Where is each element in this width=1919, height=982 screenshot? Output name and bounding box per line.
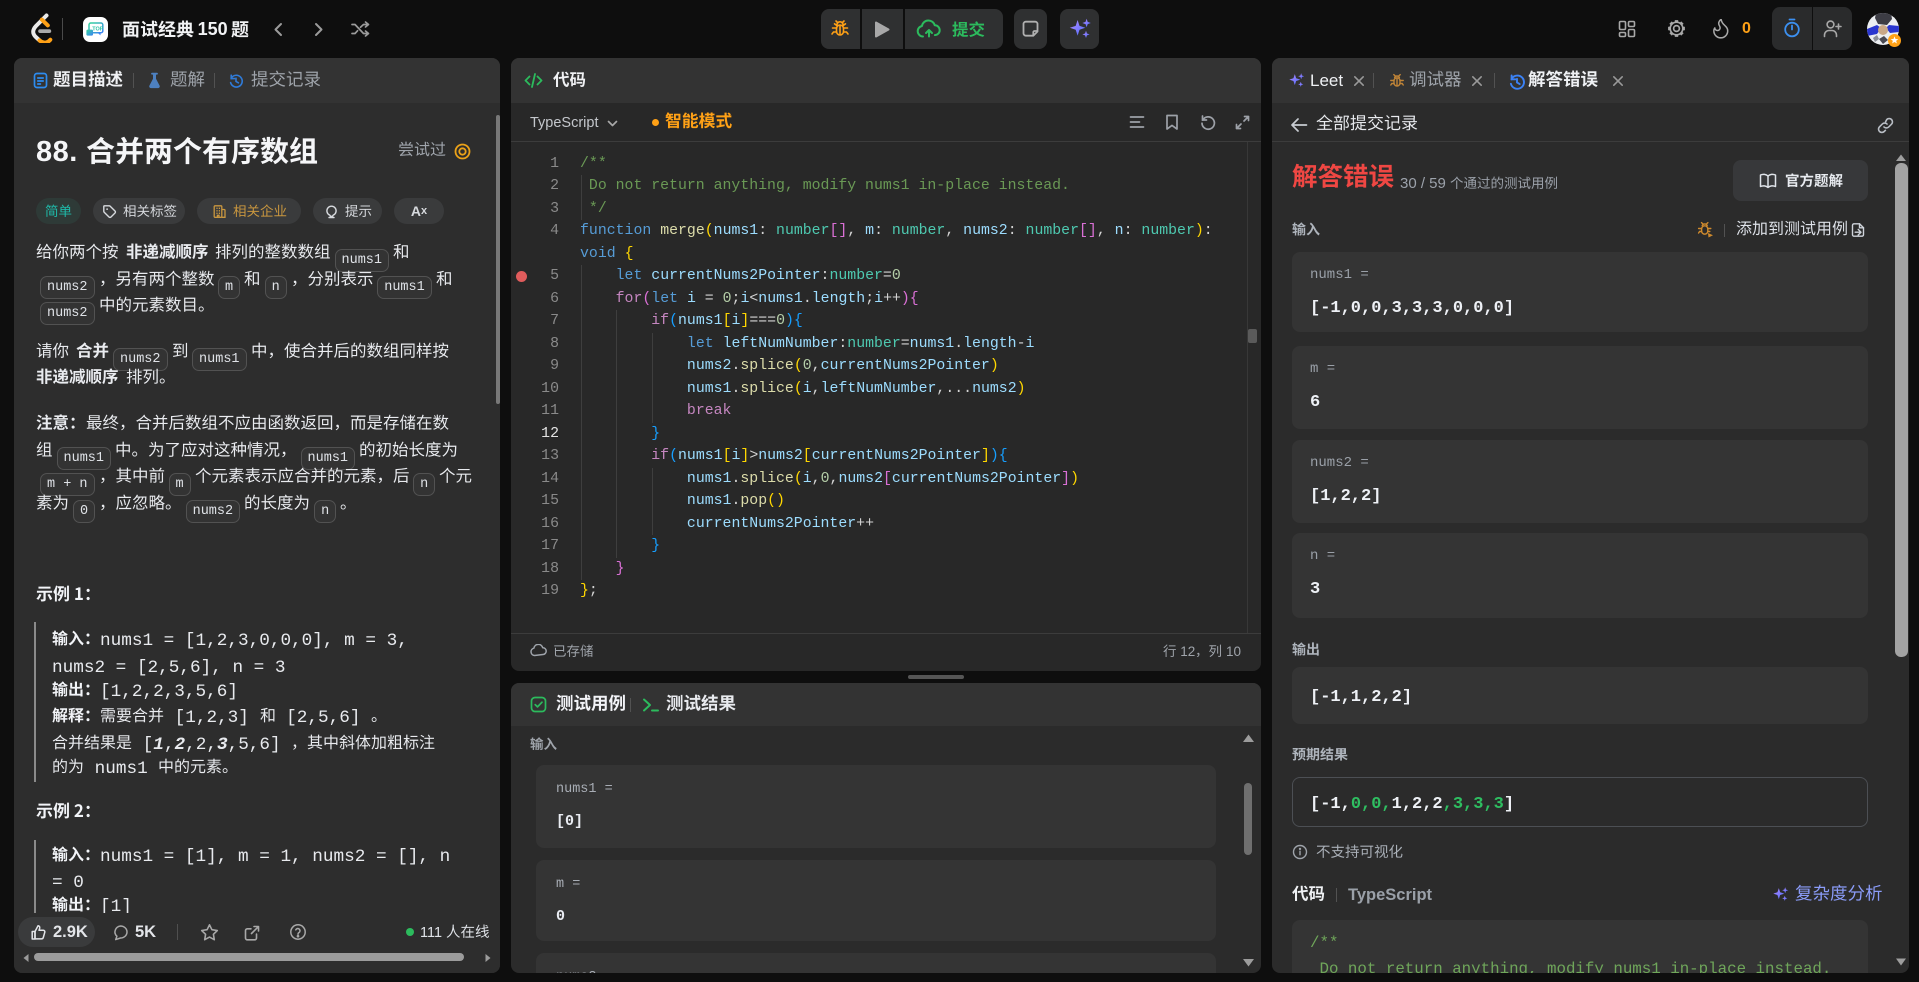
svg-text:TOP: TOP (92, 26, 104, 32)
